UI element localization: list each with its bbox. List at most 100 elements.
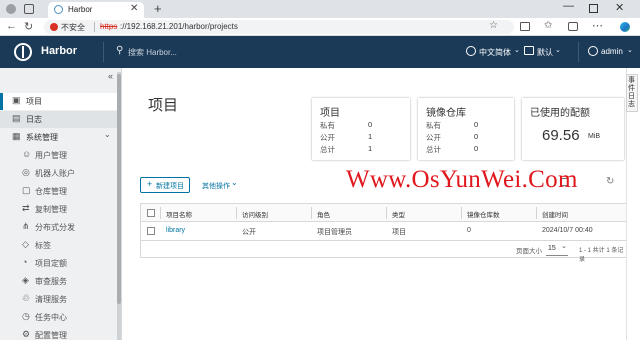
column-header-access-level[interactable]: 访问级别 [242, 209, 268, 219]
theme-chevron-icon[interactable]: ⌄ [555, 46, 561, 54]
maximize-icon[interactable] [589, 4, 598, 13]
quota-value: 69.56 [542, 127, 580, 144]
sidebar-item[interactable]: ◎ 机器人账户 [0, 165, 118, 182]
sidebar-item[interactable]: ⚙ 配置管理 [0, 327, 118, 344]
other-actions-chevron-icon[interactable]: ⌄ [231, 178, 238, 187]
card-row-label: 私有 [426, 121, 441, 130]
language-chevron-icon[interactable]: ⌄ [514, 46, 520, 54]
sidebar-item-label: 标签 [35, 241, 51, 250]
watermark: Www.OsYunWei.Com [346, 166, 578, 193]
sidebar-item[interactable]: ▦ 系统管理 ⌄ [0, 129, 118, 146]
card-row-label: 总计 [320, 145, 335, 154]
column-header-repo-count[interactable]: 镜像仓库数 [467, 209, 500, 219]
project-name-link[interactable]: library [166, 227, 185, 234]
sidebar-item[interactable]: ◇ 标签 [0, 237, 118, 254]
card-row-label: 私有 [320, 121, 335, 130]
card-row-label: 公开 [426, 133, 441, 142]
theme-selector[interactable]: 默认 [537, 47, 553, 58]
page-size-select[interactable]: 15 [548, 245, 556, 252]
sidebar-item[interactable]: ▢ 仓库管理 [0, 183, 118, 200]
user-chevron-icon[interactable]: ⌄ [627, 46, 633, 54]
new-project-button[interactable]: + 新建项目 [140, 177, 190, 193]
card-row-value: 0 [474, 132, 479, 141]
role-cell: 项目管理员 [317, 229, 352, 236]
collapse-sidebar-icon[interactable]: « [108, 71, 113, 81]
search-icon[interactable]: ⚲ [116, 45, 123, 56]
card-row-label: 公开 [320, 133, 335, 142]
user-avatar-icon[interactable] [588, 46, 598, 56]
type-cell: 项目 [392, 229, 406, 236]
logs-icon: ▤ [12, 113, 21, 123]
chevron-down-icon[interactable]: ⌄ [104, 130, 111, 139]
sidebar-item[interactable]: ☺ 用户管理 [0, 147, 118, 164]
projects-icon: ▣ [12, 95, 21, 105]
quota-unit: MiB [588, 133, 601, 140]
sidebar-item-label: 清理服务 [35, 295, 67, 304]
projects-summary-card: 项目 私有 0 公开 1 总计 1 [312, 98, 410, 160]
insecure-label: 不安全 [61, 23, 85, 32]
card-title: 项目 [320, 108, 340, 119]
column-header-creation-time[interactable]: 创建时间 [542, 209, 568, 219]
brand-name[interactable]: Harbor [41, 45, 77, 57]
sidebar-item[interactable]: ◷ 任务中心 [0, 309, 118, 326]
column-divider [236, 207, 237, 219]
sidebar-item-label: 项目 [26, 97, 42, 106]
column-header-name[interactable]: 项目名称 [166, 209, 192, 219]
column-divider [461, 207, 462, 219]
sidebar-item[interactable]: ▣ 项目 [0, 93, 118, 110]
scanner-icon: ◈ [22, 275, 29, 285]
other-actions-dropdown[interactable]: 其他操作 [202, 181, 230, 191]
favorites-icon[interactable]: ✩ [544, 20, 552, 31]
address-bar: ← ↻ 不安全 https ://192.168.21.201/harbor/p… [0, 18, 640, 36]
sidebar-item[interactable]: ◈ 审查服务 [0, 273, 118, 290]
user-menu[interactable]: admin [601, 47, 623, 56]
globe-icon[interactable] [466, 46, 476, 56]
event-log-tab[interactable]: 事件日志 [626, 74, 638, 112]
replication-icon: ⇄ [22, 203, 30, 213]
browser-tab[interactable]: Harbor ✕ [48, 2, 144, 18]
card-row-value: 0 [474, 120, 479, 129]
row-checkbox[interactable] [147, 227, 155, 235]
users-icon: ☺ [22, 149, 32, 159]
close-tab-icon[interactable]: ✕ [130, 3, 138, 14]
pagination-summary: 1 - 1 共计 1 条记录 [579, 248, 624, 263]
profile-icon[interactable] [6, 4, 16, 14]
column-header-type[interactable]: 类型 [392, 209, 405, 219]
column-divider [536, 207, 537, 219]
sidebar-item[interactable]: ♲ 清理服务 [0, 291, 118, 308]
refresh-icon[interactable]: ↻ [606, 176, 614, 187]
browser-tab-bar: Harbor ✕ + — ✕ [0, 0, 640, 18]
reload-icon[interactable]: ↻ [24, 20, 33, 33]
collections-icon[interactable] [568, 22, 578, 31]
access-level-cell: 公开 [242, 229, 256, 236]
cleanup-icon: ♲ [22, 293, 31, 303]
sidebar-item-label: 项目定额 [35, 259, 67, 268]
close-window-icon[interactable]: ✕ [615, 1, 624, 14]
edge-sidebar-icon[interactable] [620, 22, 630, 32]
select-all-checkbox[interactable] [147, 209, 155, 217]
sidebar-item[interactable]: ⋔ 分布式分发 [0, 219, 118, 236]
url-input[interactable]: 不安全 https ://192.168.21.201/harbor/proje… [44, 20, 514, 34]
new-tab-icon[interactable]: + [154, 1, 162, 16]
quota-icon: ◔ [22, 257, 28, 267]
split-screen-icon[interactable] [520, 22, 530, 31]
card-row-value: 1 [368, 144, 373, 153]
more-menu-icon[interactable]: ⋯ [592, 19, 603, 32]
sidebar-item-label: 系统管理 [26, 133, 58, 142]
sidebar-item[interactable]: ⇄ 复制管理 [0, 201, 118, 218]
sidebar-scroll-thumb[interactable] [117, 74, 121, 304]
column-header-role[interactable]: 角色 [317, 209, 330, 219]
tab-actions-icon[interactable] [24, 4, 34, 14]
theme-icon[interactable] [524, 46, 534, 55]
page-size-label: 页面大小 [516, 248, 542, 255]
language-selector[interactable]: 中文简体 [479, 47, 511, 58]
sidebar-item[interactable]: ◔ 项目定额 [0, 255, 118, 272]
bookmark-star-icon[interactable]: ☆ [489, 20, 498, 31]
jobs-icon: ◷ [22, 311, 30, 321]
card-row-value: 1 [368, 132, 373, 141]
minimize-icon[interactable]: — [563, 0, 574, 12]
global-search-input[interactable]: 搜索 Harbor... [128, 47, 177, 58]
back-icon[interactable]: ← [6, 20, 17, 32]
page-size-chevron-icon[interactable]: ⌄ [561, 242, 567, 250]
sidebar-item[interactable]: ▤ 日志 [0, 111, 118, 128]
